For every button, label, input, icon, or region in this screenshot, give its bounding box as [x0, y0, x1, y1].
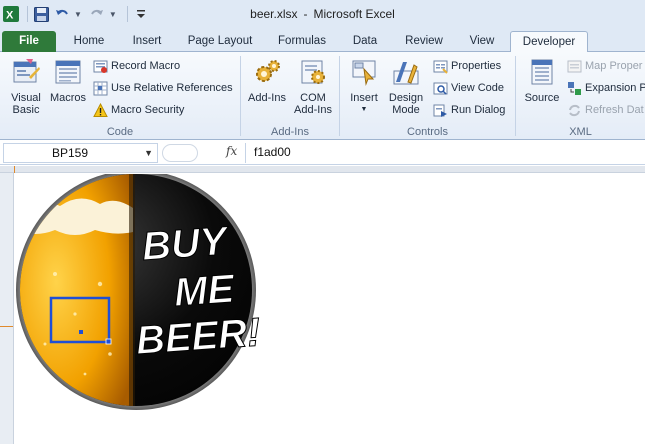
com-addins-icon	[297, 56, 329, 88]
group-code-label: Code	[106, 126, 134, 138]
insert-control-dropdown-icon: ▼	[360, 106, 368, 113]
group-xml-label: XML	[569, 126, 592, 138]
group-code: Visual Basic Macros Record Macro Use Rel…	[0, 52, 240, 140]
xml-source-icon	[526, 56, 558, 88]
active-row-marker	[0, 326, 13, 327]
formula-separator	[245, 143, 246, 163]
design-mode-label-1: Design	[388, 92, 424, 104]
active-column-marker	[14, 166, 15, 173]
use-relative-references-label: Use Relative References	[111, 82, 233, 94]
ribbon-tabs: File Home Insert Page Layout Formulas Da…	[0, 28, 645, 53]
source-label: Source	[524, 92, 560, 104]
group-controls-label: Controls	[407, 126, 448, 138]
addins-button[interactable]: Add-Ins	[245, 56, 289, 104]
title-bar: X ▼ ▼ beer.xlsx - Microsoft Excel	[0, 0, 645, 28]
expansion-packs-icon	[566, 80, 582, 96]
com-addins-label-1: COM	[300, 92, 326, 104]
insert-control-button[interactable]: Insert ▼	[344, 56, 384, 116]
macros-button[interactable]: Macros	[48, 56, 88, 104]
record-macro-label: Record Macro	[111, 60, 181, 72]
tab-data[interactable]: Data	[342, 31, 388, 52]
use-relative-references-button[interactable]: Use Relative References	[92, 79, 233, 97]
fill-handle[interactable]	[105, 338, 112, 345]
tab-home[interactable]: Home	[64, 31, 114, 52]
tab-file[interactable]: File	[2, 31, 56, 52]
refresh-data-button[interactable]: Refresh Dat	[566, 101, 644, 119]
view-code-label: View Code	[451, 82, 504, 94]
design-mode-button[interactable]: Design Mode	[384, 56, 428, 116]
run-dialog-icon	[432, 102, 448, 118]
tab-review[interactable]: Review	[396, 31, 452, 52]
properties-icon	[432, 58, 448, 74]
selection-inner-handle[interactable]	[79, 330, 83, 334]
refresh-data-icon	[566, 102, 582, 118]
properties-button[interactable]: Properties	[432, 57, 501, 75]
macros-label: Macros	[49, 92, 87, 104]
badge-text-line3: BEER!	[135, 310, 262, 363]
group-xml: Source Map Proper Expansion P Refresh Da…	[516, 52, 645, 140]
source-button[interactable]: Source	[520, 56, 564, 104]
warning-icon	[92, 102, 108, 118]
map-properties-button[interactable]: Map Proper	[566, 57, 642, 75]
buy-me-beer-badge[interactable]: BUY ME BEER!	[15, 170, 645, 444]
window-title: beer.xlsx - Microsoft Excel	[0, 7, 645, 21]
group-controls: Insert ▼ Design Mode Properties View Cod…	[340, 52, 515, 140]
tab-developer[interactable]: Developer	[510, 31, 588, 53]
tab-insert[interactable]: Insert	[122, 31, 172, 52]
map-properties-label: Map Proper	[585, 60, 643, 72]
name-box[interactable]: BP159 ▼	[3, 143, 158, 163]
badge-text-line1: BUY	[141, 219, 232, 269]
run-dialog-button[interactable]: Run Dialog	[432, 101, 505, 119]
name-box-dropdown-icon[interactable]: ▼	[144, 144, 153, 162]
formula-bar: BP159 ▼ fx f1ad00	[0, 141, 645, 165]
formula-input[interactable]: f1ad00	[254, 145, 291, 159]
com-addins-label-2: Add-Ins	[294, 104, 332, 116]
insert-control-icon	[348, 56, 380, 88]
insert-function-icon[interactable]: fx	[226, 144, 237, 158]
design-mode-label-2: Mode	[392, 104, 420, 116]
window-title-separator: -	[303, 7, 308, 21]
column-header-strip	[0, 166, 645, 173]
visual-basic-icon	[10, 56, 42, 88]
properties-label: Properties	[451, 60, 502, 72]
formula-bar-expand-handle[interactable]	[162, 144, 198, 162]
name-box-value: BP159	[52, 146, 89, 160]
expansion-packs-button[interactable]: Expansion P	[566, 79, 645, 97]
badge-text-line2: ME	[173, 267, 237, 315]
expansion-packs-label: Expansion P	[585, 82, 645, 94]
design-mode-icon	[390, 56, 422, 88]
tab-formulas[interactable]: Formulas	[268, 31, 336, 52]
group-addins: Add-Ins COM Add-Ins Add-Ins	[241, 52, 339, 140]
visual-basic-label-1: Visual	[11, 92, 41, 104]
com-addins-button[interactable]: COM Add-Ins	[291, 56, 335, 116]
map-properties-icon	[566, 58, 582, 74]
visual-basic-button[interactable]: Visual Basic	[4, 56, 48, 116]
record-macro-button[interactable]: Record Macro	[92, 57, 180, 75]
tab-view[interactable]: View	[458, 31, 506, 52]
worksheet-grid[interactable]: BUY ME BEER!	[15, 170, 645, 444]
group-addins-label: Add-Ins	[271, 126, 309, 138]
macro-security-button[interactable]: Macro Security	[92, 101, 184, 119]
record-macro-icon	[92, 58, 108, 74]
relative-references-icon	[92, 80, 108, 96]
tab-page-layout[interactable]: Page Layout	[180, 31, 260, 52]
addins-label: Add-Ins	[248, 92, 286, 104]
insert-control-label: Insert	[350, 92, 378, 104]
row-header-strip	[0, 173, 14, 444]
run-dialog-label: Run Dialog	[451, 104, 506, 116]
view-code-button[interactable]: View Code	[432, 79, 504, 97]
window-title-filename: beer.xlsx	[250, 7, 298, 21]
visual-basic-label-2: Basic	[12, 104, 40, 116]
macros-icon	[52, 56, 84, 88]
ribbon-panel: Visual Basic Macros Record Macro Use Rel…	[0, 52, 645, 140]
view-code-icon	[432, 80, 448, 96]
window-title-app: Microsoft Excel	[313, 7, 395, 21]
addins-gear-icon	[251, 56, 283, 88]
macro-security-label: Macro Security	[111, 104, 185, 116]
refresh-data-label: Refresh Dat	[585, 104, 644, 116]
